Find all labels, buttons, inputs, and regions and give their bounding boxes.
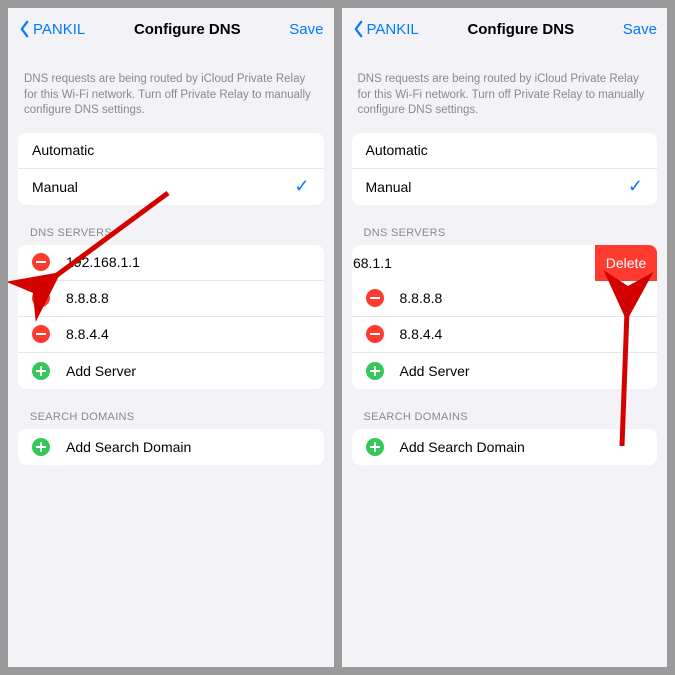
relay-note: DNS requests are being routed by iCloud … bbox=[342, 50, 668, 133]
server-row-content: 2.168.1.1 bbox=[352, 245, 596, 281]
back-label: PANKIL bbox=[367, 21, 419, 38]
navbar: PANKIL Configure DNS Save bbox=[342, 8, 668, 50]
add-icon[interactable] bbox=[32, 362, 50, 380]
mode-automatic-label: Automatic bbox=[366, 142, 644, 158]
server-row-3[interactable]: 8.8.4.4 bbox=[352, 317, 658, 353]
remove-icon[interactable] bbox=[32, 289, 50, 307]
search-domains-group: Add Search Domain bbox=[352, 429, 658, 465]
save-button[interactable]: Save bbox=[623, 21, 657, 38]
section-dns-servers: DNS SERVERS bbox=[342, 205, 668, 245]
server-row-2[interactable]: 8.8.8.8 bbox=[18, 281, 324, 317]
add-server-label: Add Server bbox=[400, 363, 644, 379]
add-server-row[interactable]: Add Server bbox=[18, 353, 324, 389]
mode-manual-label: Manual bbox=[366, 179, 628, 195]
mode-manual-label: Manual bbox=[32, 179, 294, 195]
add-icon[interactable] bbox=[32, 438, 50, 456]
page-title: Configure DNS bbox=[85, 21, 289, 38]
mode-manual[interactable]: Manual ✓ bbox=[352, 169, 658, 205]
mode-manual[interactable]: Manual ✓ bbox=[18, 169, 324, 205]
checkmark-icon: ✓ bbox=[294, 176, 309, 197]
pane-left: PANKIL Configure DNS Save DNS requests a… bbox=[8, 8, 334, 667]
add-search-domain-row[interactable]: Add Search Domain bbox=[18, 429, 324, 465]
navbar: PANKIL Configure DNS Save bbox=[8, 8, 334, 50]
chevron-left-icon bbox=[352, 20, 365, 38]
add-search-domain-label: Add Search Domain bbox=[66, 439, 310, 455]
add-search-domain-row[interactable]: Add Search Domain bbox=[352, 429, 658, 465]
back-label: PANKIL bbox=[33, 21, 85, 38]
dns-servers-group: 192.168.1.1 8.8.8.8 8.8.4.4 Add Server bbox=[18, 245, 324, 389]
mode-automatic-label: Automatic bbox=[32, 142, 310, 158]
save-button[interactable]: Save bbox=[289, 21, 323, 38]
add-icon[interactable] bbox=[366, 438, 384, 456]
page-title: Configure DNS bbox=[419, 21, 623, 38]
remove-icon[interactable] bbox=[366, 289, 384, 307]
chevron-left-icon bbox=[18, 20, 31, 38]
section-search-domains: SEARCH DOMAINS bbox=[342, 389, 668, 429]
server-row-3[interactable]: 8.8.4.4 bbox=[18, 317, 324, 353]
server-row-1[interactable]: 192.168.1.1 bbox=[18, 245, 324, 281]
server-ip-clipped: 2.168.1.1 bbox=[352, 255, 392, 271]
add-server-label: Add Server bbox=[66, 363, 310, 379]
mode-group: Automatic Manual ✓ bbox=[18, 133, 324, 205]
delete-button[interactable]: Delete bbox=[595, 245, 657, 281]
section-dns-servers: DNS SERVERS bbox=[8, 205, 334, 245]
back-button[interactable]: PANKIL bbox=[18, 20, 85, 38]
add-server-row[interactable]: Add Server bbox=[352, 353, 658, 389]
back-button[interactable]: PANKIL bbox=[352, 20, 419, 38]
server-ip: 8.8.4.4 bbox=[400, 326, 644, 342]
checkmark-icon: ✓ bbox=[628, 176, 643, 197]
add-search-domain-label: Add Search Domain bbox=[400, 439, 644, 455]
remove-icon[interactable] bbox=[32, 325, 50, 343]
search-domains-group: Add Search Domain bbox=[18, 429, 324, 465]
mode-automatic[interactable]: Automatic bbox=[352, 133, 658, 169]
server-ip: 8.8.8.8 bbox=[66, 290, 310, 306]
server-row-2[interactable]: 8.8.8.8 bbox=[352, 281, 658, 317]
remove-icon[interactable] bbox=[32, 253, 50, 271]
relay-note: DNS requests are being routed by iCloud … bbox=[8, 50, 334, 133]
section-search-domains: SEARCH DOMAINS bbox=[8, 389, 334, 429]
mode-automatic[interactable]: Automatic bbox=[18, 133, 324, 169]
server-ip: 192.168.1.1 bbox=[66, 254, 310, 270]
dns-servers-group-rest: 8.8.8.8 8.8.4.4 Add Server bbox=[352, 281, 658, 389]
server-row-1-swiped[interactable]: 2.168.1.1 Delete bbox=[352, 245, 658, 281]
remove-icon[interactable] bbox=[366, 325, 384, 343]
server-ip: 8.8.4.4 bbox=[66, 326, 310, 342]
server-ip: 8.8.8.8 bbox=[400, 290, 644, 306]
dns-servers-group: 2.168.1.1 Delete bbox=[352, 245, 658, 281]
pane-right: PANKIL Configure DNS Save DNS requests a… bbox=[342, 8, 668, 667]
add-icon[interactable] bbox=[366, 362, 384, 380]
mode-group: Automatic Manual ✓ bbox=[352, 133, 658, 205]
